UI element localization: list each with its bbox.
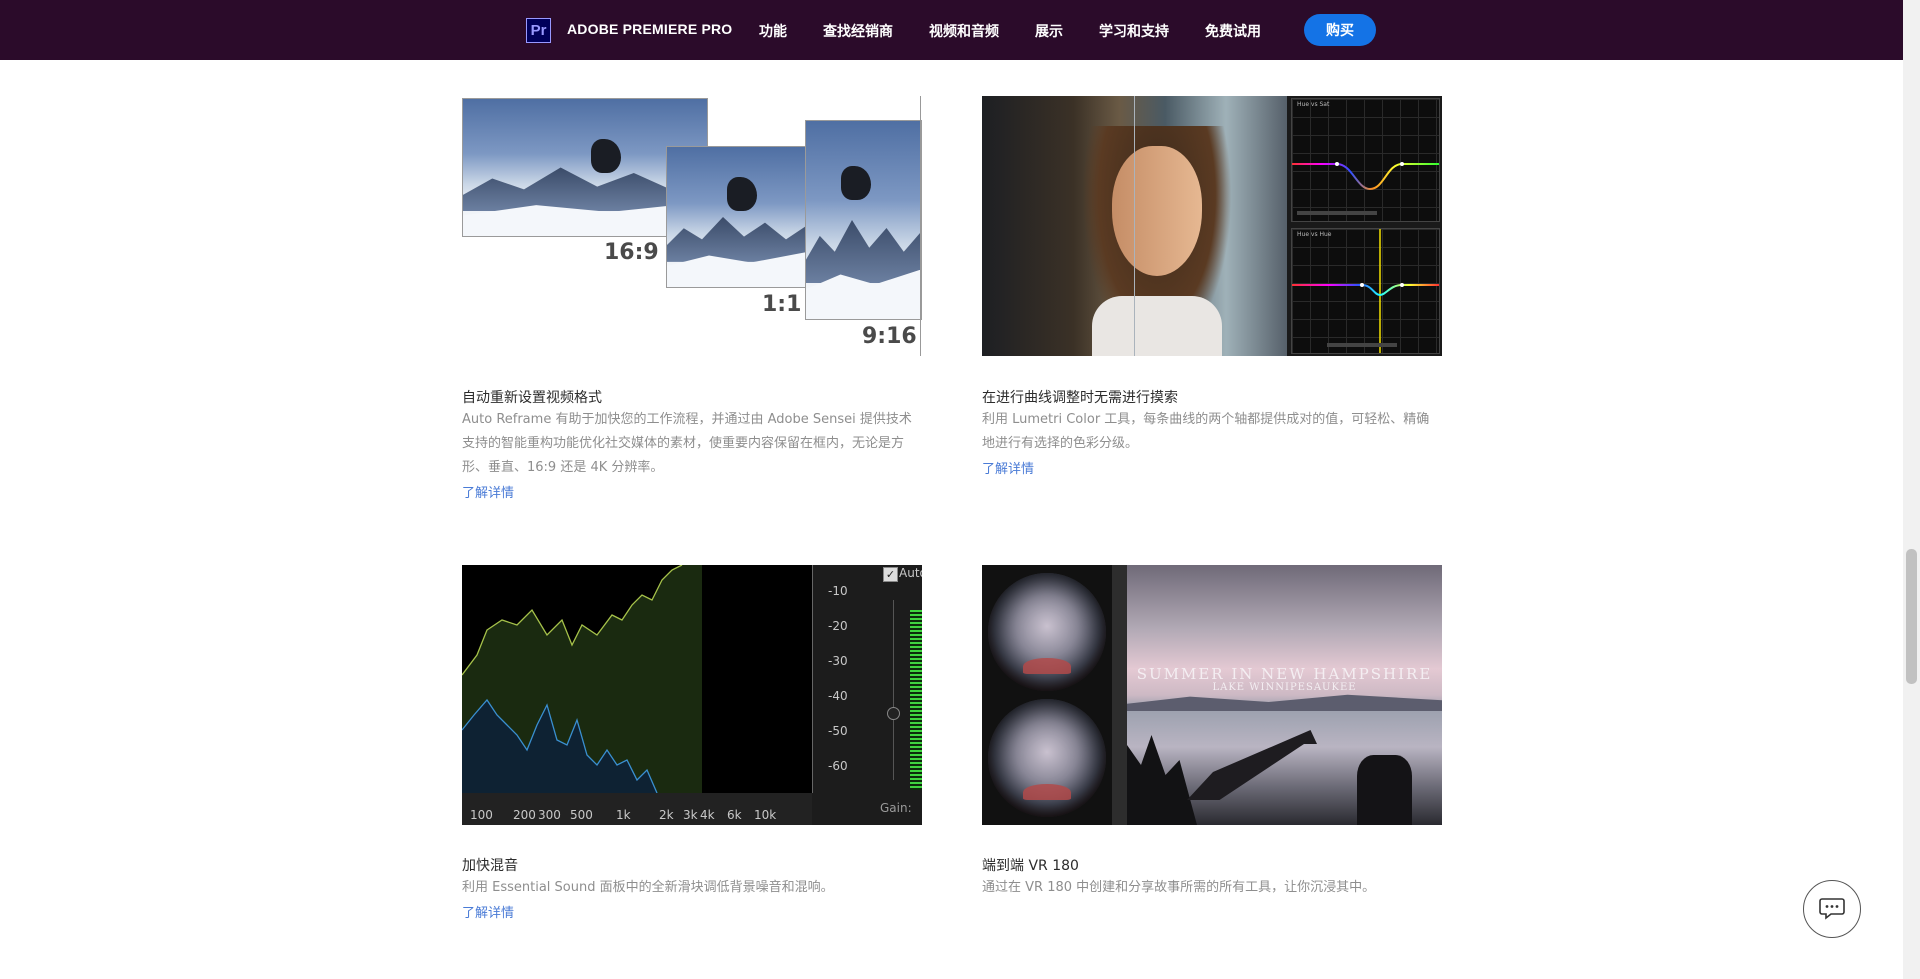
freq-label: 1k	[616, 808, 631, 822]
nav-item-find-reseller[interactable]: 查找经销商	[823, 21, 893, 41]
nav-item-learn-support[interactable]: 学习和支持	[1099, 21, 1169, 41]
scrollbar-thumb[interactable]	[1906, 549, 1917, 684]
db-label: -60	[828, 759, 848, 773]
chat-button[interactable]	[1803, 880, 1861, 938]
vr-overlay-subtitle: LAKE WINNIPESAUKEE	[1212, 682, 1357, 693]
ratio-label-1-1: 1:1	[762, 292, 802, 317]
freq-label: 4k	[700, 808, 715, 822]
db-label: -10	[828, 584, 848, 598]
card-title-curves: 在进行曲线调整时无需进行摸索	[982, 390, 1178, 406]
auto-label: Auto	[899, 566, 922, 580]
lumetri-curves-image: Hue vs Sat Hue vs Hue	[982, 96, 1442, 356]
auto-checkbox: ✓	[883, 567, 898, 582]
card-title-audio: 加快混音	[462, 858, 518, 874]
learn-more-link-audio[interactable]: 了解详情	[462, 902, 514, 921]
curves-panel: Hue vs Sat Hue vs Hue	[1287, 96, 1442, 356]
db-label: -40	[828, 689, 848, 703]
freq-label: 100	[470, 808, 493, 822]
level-meter	[910, 610, 922, 790]
nav-item-showcase[interactable]: 展示	[1035, 21, 1063, 41]
freq-label: 300	[538, 808, 561, 822]
portrait-photo	[982, 96, 1287, 356]
product-name-link[interactable]: ADOBE PREMIERE PRO	[567, 21, 732, 37]
learn-more-link-curves[interactable]: 了解详情	[982, 458, 1034, 477]
hue-vs-hue-curve: Hue vs Hue	[1291, 228, 1440, 354]
vr-overlay-title: SUMMER IN NEW HAMPSHIRE	[1136, 665, 1433, 683]
ratio-label-16-9: 16:9	[604, 240, 659, 265]
card-desc-curves: 利用 Lumetri Color 工具，每条曲线的两个轴都提供成对的值，可轻松、…	[982, 412, 1430, 451]
card-title-auto-reframe: 自动重新设置视频格式	[462, 390, 602, 406]
vr-lake-scene: SUMMER IN NEW HAMPSHIRE LAKE WINNIPESAUK…	[1127, 565, 1442, 825]
freq-label: 500	[570, 808, 593, 822]
nav-item-video-audio[interactable]: 视频和音频	[929, 21, 999, 41]
freq-label: 200	[513, 808, 536, 822]
hue-vs-sat-curve: Hue vs Sat	[1291, 98, 1440, 222]
top-navigation-bar: Pr ADOBE PREMIERE PRO 功能 查找经销商 视频和音频 展示 …	[0, 0, 1903, 60]
frame-1-1	[666, 146, 808, 288]
nav-item-features[interactable]: 功能	[759, 21, 787, 41]
spectrum-plot	[462, 565, 812, 793]
chat-bubble-icon	[1819, 898, 1845, 920]
auto-reframe-image: 16:9 1:1 9:16	[462, 96, 922, 356]
card-title-vr180: 端到端 VR 180	[982, 858, 1079, 874]
page-scrollbar[interactable]	[1903, 0, 1920, 979]
nav-item-free-trial[interactable]: 免费试用	[1205, 21, 1261, 41]
essential-sound-image: -10 -20 -30 -40 -50 -60 100 200 300 500 …	[462, 565, 922, 825]
ratio-label-9-16: 9:16	[862, 324, 917, 349]
learn-more-link-auto-reframe[interactable]: 了解详情	[462, 482, 514, 501]
db-label: -50	[828, 724, 848, 738]
gain-slider-knob	[887, 707, 900, 720]
db-label: -30	[828, 654, 848, 668]
freq-label: 10k	[754, 808, 777, 822]
card-desc-audio: 利用 Essential Sound 面板中的全新滑块调低背景噪音和混响。	[462, 880, 834, 895]
freq-label: 6k	[727, 808, 742, 822]
premiere-pro-logo-icon[interactable]: Pr	[526, 18, 551, 43]
buy-button[interactable]: 购买	[1304, 14, 1376, 46]
frame-9-16	[805, 120, 922, 320]
gain-label: Gain:	[880, 801, 912, 815]
db-label: -20	[828, 619, 848, 633]
vr-fisheye-previews	[982, 565, 1112, 825]
freq-label: 3k	[683, 808, 698, 822]
freq-label: 2k	[659, 808, 674, 822]
vr180-image: SUMMER IN NEW HAMPSHIRE LAKE WINNIPESAUK…	[982, 565, 1442, 825]
card-desc-auto-reframe: Auto Reframe 有助于加快您的工作流程，并通过由 Adobe Sens…	[462, 412, 912, 475]
card-desc-vr180: 通过在 VR 180 中创建和分享故事所需的所有工具，让你沉浸其中。	[982, 880, 1376, 895]
